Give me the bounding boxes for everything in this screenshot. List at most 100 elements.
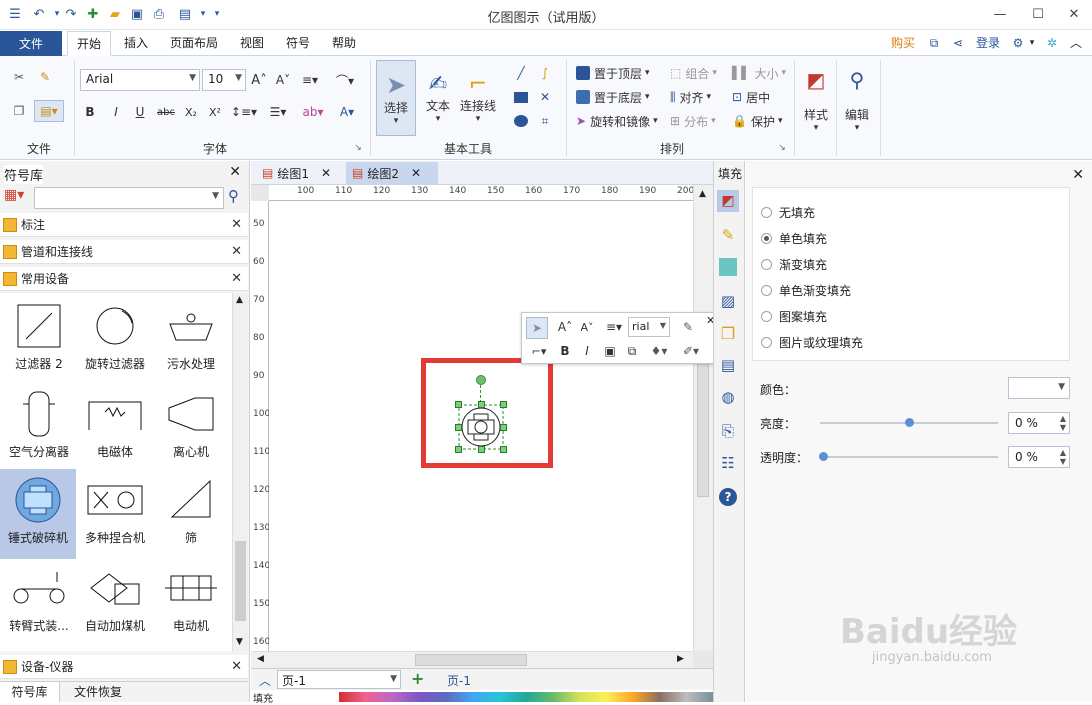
minimize-button[interactable]: —: [990, 4, 1010, 24]
text-highlight-icon[interactable]: ab▾: [298, 102, 328, 122]
scroll-right-icon[interactable]: ▶: [677, 654, 684, 664]
resize-handle[interactable]: [455, 424, 462, 431]
symbol-sewage[interactable]: 污水处理: [154, 295, 228, 381]
option-texture-fill[interactable]: 图片或纹理填充: [761, 333, 863, 351]
shrink-font-icon[interactable]: A˅: [578, 318, 596, 336]
hyperlink-tab-icon[interactable]: ◍: [717, 386, 739, 408]
radio-button[interactable]: [761, 284, 772, 296]
fill-tab-icon[interactable]: ◩: [717, 190, 739, 212]
option-mono-gradient-fill[interactable]: 单色渐变填充: [761, 281, 851, 299]
symbol-filter-2[interactable]: 过滤器 2: [2, 295, 76, 381]
bring-front-icon[interactable]: ▣: [602, 343, 618, 359]
bold-button[interactable]: B: [558, 343, 572, 359]
transparency-spinbox[interactable]: 0 % ▲ ▼: [1008, 446, 1070, 468]
symbol-rotary-filter[interactable]: 旋转过滤器: [78, 295, 152, 381]
resize-handle[interactable]: [455, 401, 462, 408]
superscript-button[interactable]: X²: [206, 102, 224, 122]
help-icon[interactable]: ?: [717, 486, 739, 508]
login-link[interactable]: 登录: [972, 31, 1004, 56]
format-painter-icon[interactable]: ✎: [678, 318, 698, 336]
resize-handle[interactable]: [500, 446, 507, 453]
resize-handle[interactable]: [478, 401, 485, 408]
symbol-electric-motor[interactable]: 电动机: [154, 557, 228, 643]
symbol-screen[interactable]: 筛: [154, 469, 228, 555]
center-button[interactable]: ⊡ 居中: [732, 88, 770, 106]
option-gradient-fill[interactable]: 渐变填充: [761, 255, 827, 273]
radio-button[interactable]: [761, 258, 772, 270]
bold-button[interactable]: B: [82, 102, 98, 122]
size-button[interactable]: ▌▌ 大小 ▾: [732, 64, 786, 82]
add-page-button[interactable]: +: [411, 669, 424, 688]
rectangle-tool-icon[interactable]: [512, 88, 530, 106]
scroll-left-icon[interactable]: ◀: [257, 654, 264, 664]
canvas-horizontal-scrollbar[interactable]: ◀ ▶: [251, 651, 693, 668]
strikethrough-button[interactable]: abc: [156, 102, 176, 122]
grow-font-icon[interactable]: A˄: [556, 318, 574, 336]
slider-knob[interactable]: [819, 452, 828, 461]
font-color-icon[interactable]: A▾: [334, 102, 360, 122]
text-tool-button[interactable]: ✍ 文本 ▾: [420, 60, 456, 136]
tab-symbol[interactable]: 符号: [278, 31, 318, 56]
close-icon[interactable]: ✕: [321, 166, 331, 180]
format-painter-icon[interactable]: ✎: [36, 68, 54, 86]
scroll-up-icon[interactable]: ▲: [236, 295, 243, 305]
paste-button[interactable]: ▤▾: [34, 100, 64, 122]
close-window-button[interactable]: ✕: [1064, 4, 1084, 24]
bring-to-front-button[interactable]: 置于顶层 ▾: [576, 64, 650, 82]
resize-handle[interactable]: [478, 446, 485, 453]
theme-icon[interactable]: ✲: [1042, 31, 1062, 56]
page-tab-icon[interactable]: ▤: [717, 354, 739, 376]
close-icon[interactable]: ✕: [231, 271, 242, 286]
close-icon[interactable]: ✕: [229, 164, 241, 180]
tab-symbol-library[interactable]: 符号库: [0, 682, 60, 702]
tab-view[interactable]: 视图: [232, 31, 272, 56]
font-dialog-launcher-icon[interactable]: ↘: [352, 142, 364, 154]
select-pointer-button[interactable]: ➤: [526, 317, 548, 339]
share-screen-icon[interactable]: ⧉: [924, 31, 944, 56]
shrink-font-icon[interactable]: A˅: [274, 70, 292, 90]
transparency-slider[interactable]: [819, 452, 998, 461]
library-category-pipes[interactable]: 管道和连接线 ✕: [0, 240, 248, 264]
rotate-handle[interactable]: [476, 375, 486, 385]
edit-button[interactable]: ⚲ 编辑 ▾: [840, 62, 874, 138]
resize-handle[interactable]: [500, 401, 507, 408]
connector-style-button[interactable]: ⌐▾: [526, 341, 552, 361]
tab-help[interactable]: 帮助: [324, 31, 364, 56]
crop-tool-icon[interactable]: ⌗: [536, 112, 554, 130]
text-direction-icon[interactable]: ⌒▾: [330, 70, 360, 90]
brightness-spinbox[interactable]: 0 % ▲ ▼: [1008, 412, 1070, 434]
line-tab-icon[interactable]: ✎: [717, 224, 739, 246]
italic-button[interactable]: I: [580, 343, 594, 359]
send-back-icon[interactable]: ⧉: [624, 343, 640, 359]
spin-arrows-icon[interactable]: ▲ ▼: [1060, 448, 1066, 466]
tab-page-layout[interactable]: 页面布局: [164, 31, 224, 56]
curve-tool-icon[interactable]: ∫: [536, 64, 554, 82]
doc-tab-drawing1[interactable]: ▤ 绘图1 ✕: [256, 162, 342, 184]
library-category-equipment[interactable]: 常用设备 ✕: [0, 267, 248, 291]
font-size-select[interactable]: 10 ▼: [202, 69, 246, 91]
option-no-fill[interactable]: 无填充: [761, 203, 815, 221]
settings-icon[interactable]: ⚙: [1008, 31, 1028, 56]
style-button[interactable]: ◩ 样式 ▾: [800, 62, 832, 138]
scrollbar-thumb[interactable]: [235, 541, 246, 621]
radio-button[interactable]: [761, 206, 772, 218]
radio-button[interactable]: [761, 310, 772, 322]
option-solid-fill[interactable]: 单色填充: [761, 229, 827, 247]
subscript-button[interactable]: X₂: [182, 102, 200, 122]
distribute-button[interactable]: ⊞ 分布 ▾: [670, 112, 716, 130]
maximize-button[interactable]: ☐: [1028, 4, 1048, 24]
select-tool-button[interactable]: ➤ 选择 ▾: [376, 60, 416, 136]
spin-arrows-icon[interactable]: ▲ ▼: [1060, 414, 1066, 432]
cut-icon[interactable]: ✂: [10, 68, 28, 86]
resize-handle[interactable]: [500, 424, 507, 431]
scroll-up-icon[interactable]: ▲: [699, 189, 706, 199]
image-tab-icon[interactable]: ▨: [717, 290, 739, 312]
tab-file-recovery[interactable]: 文件恢复: [60, 682, 136, 702]
search-icon[interactable]: ⚲: [228, 187, 239, 205]
scrollbar-thumb[interactable]: [415, 654, 527, 666]
share-icon[interactable]: ⋖: [948, 31, 968, 56]
scroll-down-icon[interactable]: ▼: [236, 637, 243, 647]
symbol-centrifuge[interactable]: 离心机: [154, 383, 228, 469]
symbol-electromagnet[interactable]: 电磁体: [78, 383, 152, 469]
slider-knob[interactable]: [905, 418, 914, 427]
